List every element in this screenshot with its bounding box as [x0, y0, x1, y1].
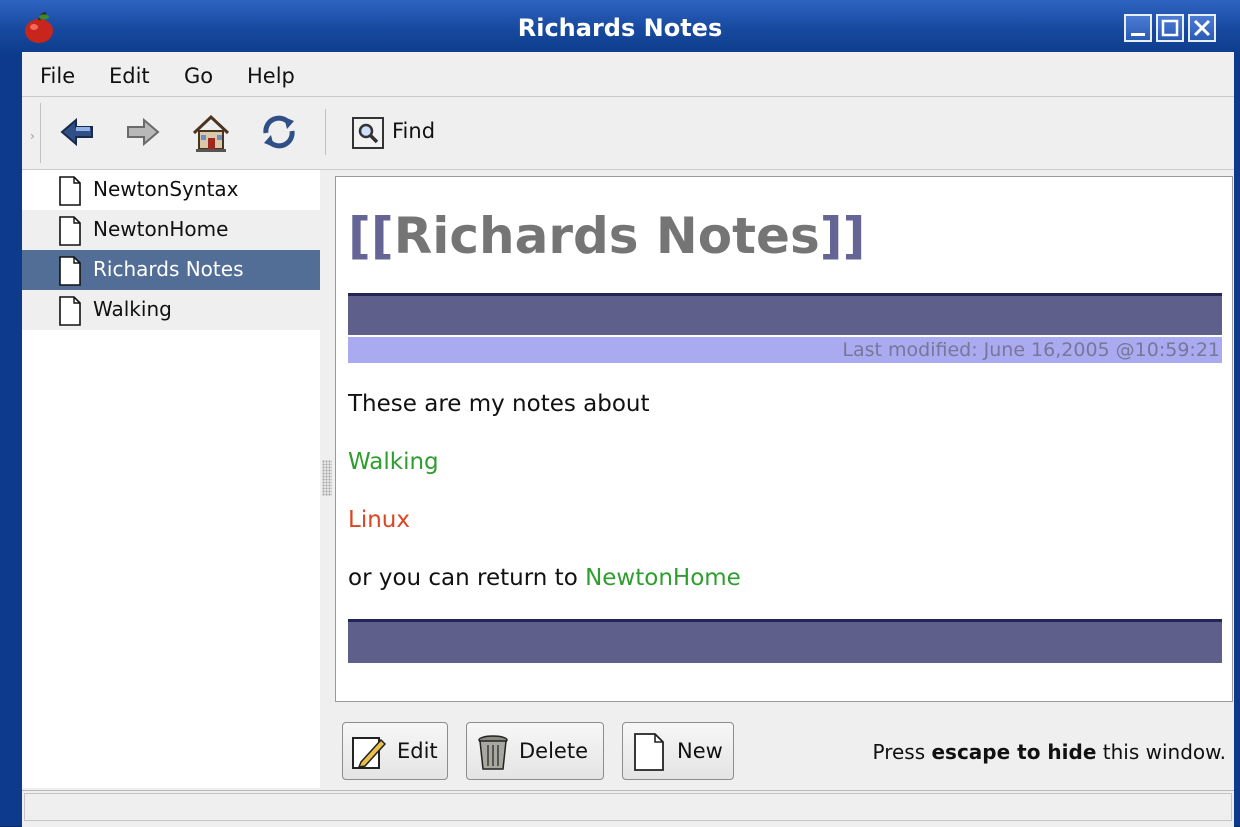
toolbar: › Find — [22, 97, 1234, 170]
list-item-label: Richards Notes — [93, 257, 244, 281]
link-newtonhome[interactable]: NewtonHome — [585, 565, 741, 591]
footer-band — [348, 619, 1222, 663]
status-bar — [22, 790, 1234, 827]
delete-button[interactable]: Delete — [466, 722, 604, 780]
home-button[interactable] — [188, 109, 234, 155]
maximize-icon — [1161, 19, 1179, 37]
close-icon — [1193, 19, 1211, 37]
edit-button[interactable]: Edit — [342, 722, 448, 780]
header-band — [348, 293, 1222, 335]
note-line-4-text: or you can return to — [348, 565, 586, 591]
refresh-icon — [263, 115, 295, 149]
link-walking[interactable]: Walking — [348, 449, 439, 475]
hint-prefix: Press — [872, 740, 932, 764]
menu-help[interactable]: Help — [247, 64, 295, 88]
refresh-button[interactable] — [256, 109, 302, 155]
app-window: Richards Notes File Edit Go Help › Find … — [0, 0, 1240, 827]
list-item-label: Walking — [93, 297, 172, 321]
note-view: [[Richards Notes]] Last modified: June 1… — [335, 176, 1233, 702]
last-modified-bar: Last modified: June 16,2005 @10:59:21 — [348, 337, 1222, 363]
list-item-newtonhome[interactable]: NewtonHome — [22, 210, 320, 250]
delete-label: Delete — [519, 739, 588, 763]
list-item-walking[interactable]: Walking — [22, 290, 320, 330]
menu-file[interactable]: File — [40, 64, 75, 88]
document-icon — [59, 296, 81, 326]
title-text: Richards Notes — [393, 207, 820, 265]
document-icon — [59, 216, 81, 246]
hint-bold: escape to hide — [931, 740, 1097, 764]
maximize-button[interactable] — [1156, 14, 1184, 42]
find-label: Find — [392, 119, 436, 143]
minimize-button[interactable] — [1124, 14, 1152, 42]
note-line-1: These are my notes about — [348, 391, 650, 417]
arrow-right-icon — [127, 117, 160, 147]
hint-suffix: this window. — [1096, 740, 1226, 764]
page-title: [[Richards Notes]] — [348, 207, 865, 265]
document-icon — [59, 176, 81, 206]
last-modified-text: Last modified: June 16,2005 @10:59:21 — [842, 339, 1220, 361]
title-bracket-open: [[ — [348, 207, 394, 265]
document-icon — [59, 256, 81, 286]
find-button[interactable]: Find — [350, 109, 450, 155]
back-button[interactable] — [54, 109, 100, 155]
title-bracket-close: ]] — [819, 207, 866, 265]
title-bar[interactable]: Richards Notes — [0, 0, 1240, 52]
edit-label: Edit — [397, 739, 438, 763]
toolbar-grip[interactable]: › — [26, 103, 41, 163]
list-item-label: NewtonSyntax — [93, 177, 239, 201]
menu-edit[interactable]: Edit — [109, 64, 150, 88]
list-item-richards-notes[interactable]: Richards Notes — [22, 250, 320, 290]
close-button[interactable] — [1188, 14, 1216, 42]
toolbar-separator — [325, 109, 326, 155]
link-linux[interactable]: Linux — [348, 507, 410, 533]
list-item-label: NewtonHome — [93, 217, 229, 241]
menu-bar: File Edit Go Help — [22, 52, 1234, 97]
trash-icon — [478, 735, 508, 770]
home-icon — [192, 114, 230, 152]
list-item-newtonsyntax[interactable]: NewtonSyntax — [22, 170, 320, 210]
escape-hint: Press escape to hide this window. — [872, 740, 1226, 764]
new-label: New — [677, 739, 723, 763]
window-title: Richards Notes — [517, 14, 723, 42]
new-document-icon — [634, 733, 664, 771]
pane-resize-handle[interactable] — [320, 170, 334, 788]
notes-list: NewtonSyntax NewtonHome Richards Notes W… — [22, 170, 320, 788]
forward-button[interactable] — [120, 109, 166, 155]
minimize-icon — [1131, 33, 1145, 36]
arrow-left-icon — [60, 117, 93, 147]
edit-icon — [352, 737, 387, 769]
new-button[interactable]: New — [622, 722, 734, 780]
window-client: File Edit Go Help › Find NewtonSyntax Ne… — [22, 52, 1234, 827]
magnifier-icon — [352, 117, 384, 149]
menu-go[interactable]: Go — [184, 64, 213, 88]
note-line-4: or you can return to NewtonHome — [348, 565, 741, 591]
